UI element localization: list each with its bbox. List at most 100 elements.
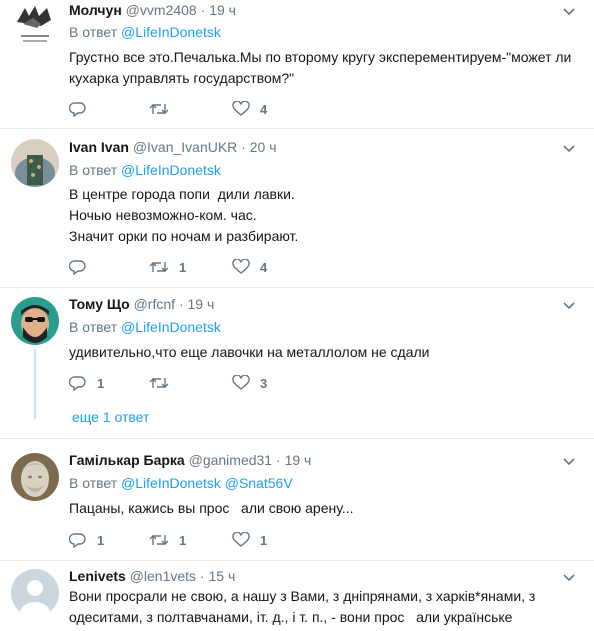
reply-icon xyxy=(69,533,86,548)
display-name[interactable]: Ivan Ivan xyxy=(69,139,129,155)
retweet-count: 1 xyxy=(179,532,187,548)
separator-dot: · xyxy=(276,452,281,468)
reply-icon xyxy=(69,376,86,391)
display-name[interactable]: Гамількар Барка xyxy=(69,452,185,468)
retweet-button[interactable] xyxy=(149,100,179,118)
tweet-text: Грустно все это.Печалька.Мы по второму к… xyxy=(69,47,571,89)
avatar[interactable] xyxy=(11,453,59,501)
retweet-button[interactable]: 1 xyxy=(149,258,186,276)
tweet-text: В центре города попи дили лавки. Ночью н… xyxy=(69,184,298,247)
thread-line xyxy=(34,349,36,419)
reply-context: В ответ @LifeInDonetsk xyxy=(69,24,221,40)
avatar[interactable] xyxy=(11,139,59,187)
tweet-lenivets[interactable]: Lenivets @len1vets · 15 ч Вони просрали … xyxy=(0,561,594,631)
retweet-button[interactable] xyxy=(149,374,179,392)
reply-context: В ответ @LifeInDonetsk xyxy=(69,319,221,335)
timestamp[interactable]: 19 ч xyxy=(209,2,236,18)
like-button[interactable]: 4 xyxy=(232,100,267,118)
user-handle[interactable]: @Ivan_IvanUKR xyxy=(133,139,237,155)
like-count: 4 xyxy=(260,101,268,117)
retweet-icon xyxy=(149,535,169,545)
display-name[interactable]: Молчун xyxy=(69,2,122,18)
tweet-hamilkar[interactable]: Гамількар Барка @ganimed31 · 19 ч В отве… xyxy=(0,439,594,560)
separator-dot: · xyxy=(199,568,205,584)
retweet-icon xyxy=(149,378,169,388)
like-button[interactable]: 4 xyxy=(232,258,267,276)
tweet-tomu-scho[interactable]: Тому Що @rfcnf · 19 ч В ответ @LifeInDon… xyxy=(0,288,594,438)
tweet-text-line: удивительно,что еще лавочки на металлоло… xyxy=(69,344,430,360)
avatar[interactable] xyxy=(11,2,59,50)
reply-count: 1 xyxy=(97,532,105,548)
timestamp[interactable]: 15 ч xyxy=(209,568,236,584)
chevron-down-icon[interactable] xyxy=(562,571,576,585)
heart-icon xyxy=(232,375,250,390)
avatar[interactable] xyxy=(11,569,59,617)
user-handle[interactable]: @vvm2408 xyxy=(126,2,197,18)
tweet-text-line: Вони просрали не свою, а нашу з Вами, з … xyxy=(69,588,536,604)
chevron-down-icon[interactable] xyxy=(562,455,576,469)
retweet-icon xyxy=(149,262,169,272)
reply-context: В ответ @LifeInDonetsk @Snat56V xyxy=(69,475,293,491)
tweet-header: Молчун @vvm2408 · 19 ч xyxy=(69,2,236,18)
chevron-down-icon[interactable] xyxy=(562,5,576,19)
tweet-text-line: Пацаны, кажись вы прос али свою арену... xyxy=(69,500,354,516)
reply-mention[interactable]: @LifeInDonetsk xyxy=(121,162,221,178)
reply-icon xyxy=(69,260,86,275)
retweet-icon xyxy=(149,104,169,114)
reply-count: 1 xyxy=(97,375,105,391)
timestamp[interactable]: 19 ч xyxy=(188,296,215,312)
reply-prefix: В ответ xyxy=(69,475,118,491)
tweet-text-line: Значит орки по ночам и разбирают. xyxy=(69,228,299,244)
tweet-ivan[interactable]: Ivan Ivan @Ivan_IvanUKR · 20 ч В ответ @… xyxy=(0,129,594,289)
separator-dot: · xyxy=(178,296,184,312)
like-count: 4 xyxy=(260,259,268,275)
tweet-molchun[interactable]: Молчун @vvm2408 · 19 ч В ответ @LifeInDo… xyxy=(0,0,594,128)
tweet-header: Ivan Ivan @Ivan_IvanUKR · 20 ч xyxy=(69,139,277,155)
reply-context: В ответ @LifeInDonetsk xyxy=(69,162,221,178)
reply-mention[interactable]: @LifeInDonetsk xyxy=(121,319,221,335)
tweet-text: удивительно,что еще лавочки на металлоло… xyxy=(69,342,429,363)
tweet-text: Пацаны, кажись вы прос али свою арену... xyxy=(69,498,354,519)
reply-button[interactable]: 1 xyxy=(69,374,104,392)
like-button[interactable]: 1 xyxy=(232,531,267,549)
timestamp[interactable]: 20 ч xyxy=(250,139,277,155)
tweet-text-line: Грустно все это.Печалька.Мы по второму к… xyxy=(69,49,572,65)
reply-prefix: В ответ xyxy=(69,319,118,335)
like-button[interactable]: 3 xyxy=(232,374,267,392)
retweet-count: 1 xyxy=(179,259,187,275)
tweet-text: Вони просрали не свою, а нашу з Вами, з … xyxy=(69,586,535,628)
heart-icon xyxy=(232,259,250,274)
user-handle[interactable]: @rfcnf xyxy=(134,296,175,312)
reply-mention[interactable]: @LifeInDonetsk xyxy=(121,24,221,40)
avatar[interactable] xyxy=(11,297,59,345)
reply-button[interactable] xyxy=(69,100,97,118)
tweet-header: Гамількар Барка @ganimed31 · 19 ч xyxy=(69,452,311,468)
reply-mention[interactable]: @Snat56V xyxy=(225,475,293,491)
chevron-down-icon[interactable] xyxy=(562,299,576,313)
tweet-header: Lenivets @len1vets · 15 ч xyxy=(69,568,235,584)
separator-dot: · xyxy=(200,2,206,18)
tweet-text-line: кухарка управлять государством?" xyxy=(69,70,295,86)
reply-icon xyxy=(69,102,86,117)
reply-mention[interactable]: @LifeInDonetsk xyxy=(121,475,221,491)
reply-button[interactable] xyxy=(69,258,97,276)
tweet-text-line: В центре города попи дили лавки. xyxy=(69,186,295,202)
timestamp[interactable]: 19 ч xyxy=(285,452,312,468)
display-name[interactable]: Тому Що xyxy=(69,296,130,312)
like-count: 1 xyxy=(260,532,268,548)
tweet-text-line: Ночью невозможно-ком. час. xyxy=(69,207,257,223)
reply-prefix: В ответ xyxy=(69,162,118,178)
tweet-header: Тому Що @rfcnf · 19 ч xyxy=(69,296,214,312)
user-handle[interactable]: @ganimed31 xyxy=(189,452,273,468)
show-more-replies-link[interactable]: еще 1 ответ xyxy=(72,409,149,425)
reply-button[interactable]: 1 xyxy=(69,531,104,549)
like-count: 3 xyxy=(260,375,268,391)
heart-icon xyxy=(232,532,250,547)
separator-dot: · xyxy=(241,139,246,155)
display-name[interactable]: Lenivets xyxy=(69,568,126,584)
retweet-button[interactable]: 1 xyxy=(149,531,186,549)
reply-prefix: В ответ xyxy=(69,24,118,40)
heart-icon xyxy=(232,101,250,116)
chevron-down-icon[interactable] xyxy=(562,142,576,156)
user-handle[interactable]: @len1vets xyxy=(130,568,196,584)
